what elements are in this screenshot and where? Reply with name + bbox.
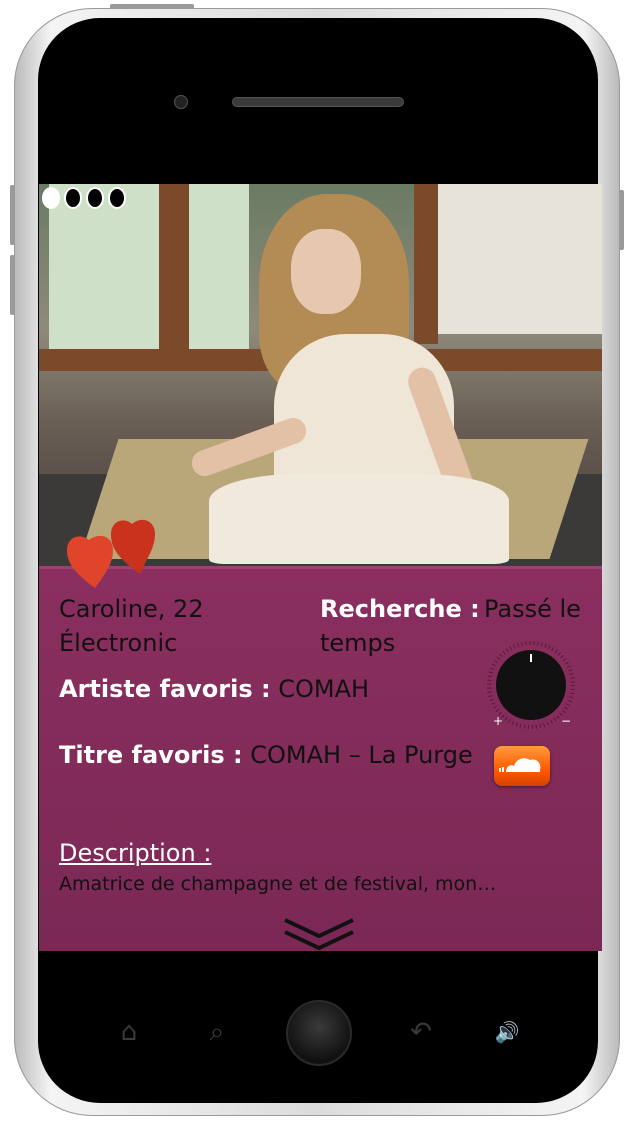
chevron-down-icon[interactable] (281, 914, 357, 951)
search-icon[interactable]: ⌕ (200, 1017, 234, 1047)
title-row: Titre favoris : COMAH – La Purge (59, 739, 473, 771)
artist-value: COMAH (278, 675, 370, 703)
title-label: Titre favoris : (59, 741, 243, 769)
profile-card: Caroline, 22 Électronic Recherche : Pass… (39, 566, 602, 951)
photo-dot-4[interactable] (108, 187, 126, 209)
svg-text:−: − (561, 714, 571, 728)
side-button-left-bottom (10, 255, 15, 315)
profile-photo[interactable] (39, 184, 602, 566)
front-camera (174, 95, 188, 109)
photo-dot-2[interactable] (64, 187, 82, 209)
profile-genre: Électronic (59, 629, 178, 657)
top-button (110, 4, 194, 9)
search-value-line2: temps (320, 629, 396, 657)
side-button-left-top (10, 185, 15, 245)
side-button-right (619, 190, 624, 250)
title-value: COMAH – La Purge (250, 741, 473, 769)
app-screen: Caroline, 22 Électronic Recherche : Pass… (39, 184, 602, 951)
hearts-icon[interactable] (65, 518, 161, 588)
artist-label: Artiste favoris : (59, 675, 271, 703)
artist-row: Artiste favoris : COMAH (59, 673, 369, 705)
search-value-line1: Passé le (484, 595, 581, 623)
volume-knob-icon[interactable]: + − (487, 641, 575, 729)
photo-dot-3[interactable] (86, 187, 104, 209)
volume-icon[interactable]: 🔊 (490, 1017, 524, 1047)
photo-page-indicator[interactable] (42, 187, 126, 209)
home-icon[interactable]: ⌂ (112, 1017, 146, 1047)
description-label: Description : (59, 839, 212, 867)
description-text: Amatrice de champagne et de festival, mo… (59, 873, 497, 895)
photo-dot-1[interactable] (42, 187, 60, 209)
search-label: Recherche : (320, 595, 480, 623)
profile-name-age: Caroline, 22 (59, 595, 204, 623)
back-icon[interactable]: ↶ (404, 1017, 438, 1047)
home-button[interactable] (286, 1000, 352, 1066)
svg-text:+: + (493, 714, 503, 728)
earpiece-speaker (232, 97, 404, 107)
soundcloud-icon[interactable] (494, 746, 550, 786)
